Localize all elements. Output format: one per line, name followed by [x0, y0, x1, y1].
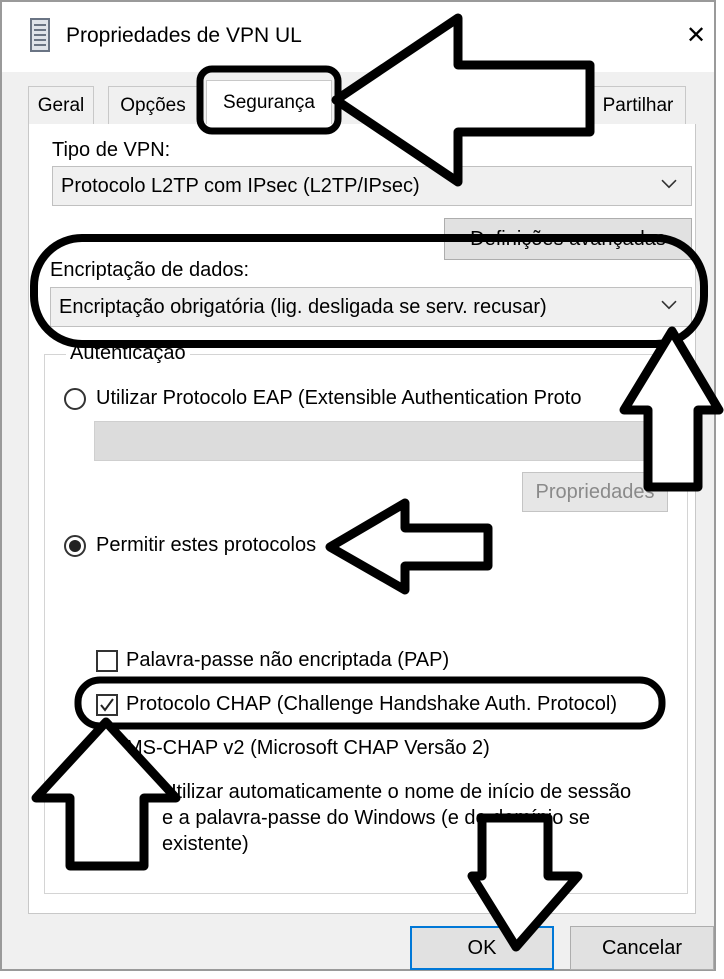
chap-label[interactable]: Protocolo CHAP (Challenge Handshake Auth… — [126, 694, 617, 714]
chap-checkbox[interactable] — [96, 694, 118, 716]
encryption-label: Encriptação de dados: — [50, 259, 250, 281]
windows-credentials-line1: Utilizar automaticamente o nome de iníci… — [162, 781, 632, 803]
pap-checkbox[interactable] — [96, 650, 118, 672]
allow-protocols-label[interactable]: Permitir estes protocolos — [96, 535, 316, 555]
mschap-label[interactable]: MS-CHAP v2 (Microsoft CHAP Versão 2) — [126, 738, 490, 758]
vpn-type-select[interactable]: Protocolo L2TP com IPsec (L2TP/IPsec) — [52, 166, 692, 206]
tab-opcoes[interactable]: Opções — [108, 86, 198, 124]
allow-protocols-radio[interactable] — [64, 535, 86, 557]
window-title: Propriedades de VPN UL — [66, 24, 302, 47]
pap-label[interactable]: Palavra-passe não encriptada (PAP) — [126, 650, 449, 670]
eap-radio[interactable] — [64, 388, 86, 410]
eap-method-select[interactable] — [94, 421, 666, 461]
tab-geral[interactable]: Geral — [28, 86, 94, 124]
checkmark-icon — [100, 698, 114, 712]
document-icon — [30, 18, 50, 52]
vpn-type-label: Tipo de VPN: — [52, 139, 171, 161]
eap-option-label[interactable]: Utilizar Protocolo EAP (Extensible Authe… — [96, 388, 581, 408]
authentication-group-label: Autenticação — [66, 343, 190, 363]
encryption-select[interactable]: Encriptação obrigatória (lig. desligada … — [50, 287, 692, 327]
encryption-value: Encriptação obrigatória (lig. desligada … — [59, 295, 547, 318]
cancel-button[interactable]: Cancelar — [570, 926, 714, 970]
tab-seguranca[interactable]: Segurança — [206, 80, 332, 124]
windows-credentials-line3: existente) — [162, 833, 249, 855]
ok-button[interactable]: OK — [410, 926, 554, 970]
tab-partilhar[interactable]: Partilhar — [590, 86, 686, 124]
radio-selected-dot — [69, 540, 81, 552]
vpn-type-value: Protocolo L2TP com IPsec (L2TP/IPsec) — [61, 174, 420, 197]
windows-credentials-line2: e a palavra-passe do Windows (e do domín… — [162, 807, 591, 829]
chevron-down-icon — [661, 293, 677, 316]
properties-button[interactable]: Propriedades — [522, 472, 668, 512]
close-icon[interactable]: ✕ — [686, 24, 706, 48]
advanced-settings-button[interactable]: Definições avançadas — [444, 218, 692, 260]
chevron-down-icon — [661, 172, 677, 195]
